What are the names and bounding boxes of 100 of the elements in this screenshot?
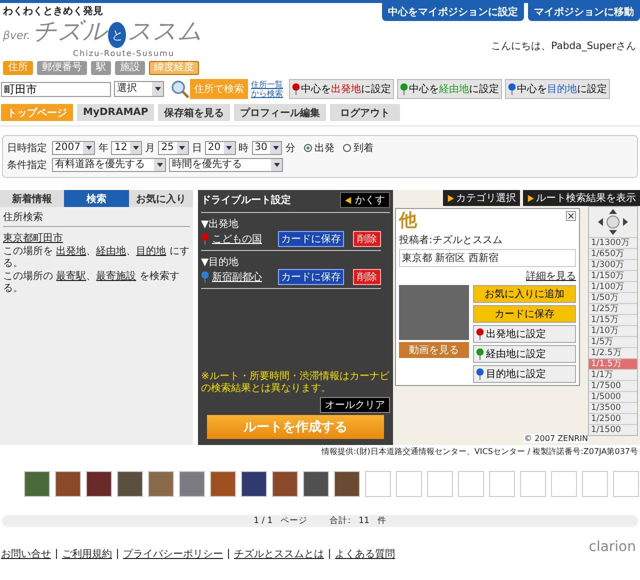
date-dropdown[interactable]: 20 xyxy=(204,141,236,155)
footer-link[interactable]: ご利用規約 xyxy=(62,547,112,561)
greeting-text: こんにちは、Pabda_Superさん xyxy=(491,40,636,53)
date-dropdown[interactable]: 25 xyxy=(158,141,189,155)
unit-label: 分 xyxy=(285,142,296,155)
panel-tab[interactable]: 検索 xyxy=(64,190,129,207)
zoom-level[interactable]: 1/1300万 xyxy=(589,237,637,248)
footer-link[interactable]: よくある質問 xyxy=(335,547,395,561)
popup-title: 他 xyxy=(399,211,417,231)
date-dropdown[interactable]: 30 xyxy=(252,141,282,155)
popup-action-button[interactable]: 出発地に設定 xyxy=(473,325,576,343)
empty-thumbnail-slot[interactable] xyxy=(489,471,515,497)
photo-thumbnail[interactable] xyxy=(210,471,236,497)
empty-thumbnail-slot[interactable] xyxy=(427,471,453,497)
condition-dropdown[interactable]: 時間を優先する xyxy=(169,158,283,172)
condition-label: 条件指定 xyxy=(7,158,47,172)
nav-tab[interactable]: MyDRAMAP xyxy=(77,104,154,121)
set-center-button[interactable]: 中心を経由地に設定 xyxy=(397,79,502,99)
clear-all-button[interactable]: オールクリア xyxy=(320,397,390,413)
point-link[interactable]: こどもの国 xyxy=(212,232,262,246)
total-count: 11 xyxy=(358,516,370,526)
map-copyright: © 2007 ZENRIN xyxy=(524,434,588,443)
action-link[interactable]: 目的地 xyxy=(136,246,166,257)
empty-thumbnail-slot[interactable] xyxy=(365,471,391,497)
delete-button[interactable]: 削除 xyxy=(353,231,381,247)
brand-logo: clarion xyxy=(588,539,636,555)
zoom-level[interactable]: 1/1500 xyxy=(589,424,637,435)
nav-tab[interactable]: 保存箱を見る xyxy=(158,104,230,121)
popup-action-button[interactable]: カードに保存 xyxy=(473,305,576,323)
nav-tab[interactable]: プロフィール編集 xyxy=(234,104,326,121)
close-icon[interactable] xyxy=(566,211,576,221)
popup-action-button[interactable]: お気に入りに追加 xyxy=(473,285,576,303)
zoom-level[interactable]: 1/650万 xyxy=(589,248,637,259)
set-center-button[interactable]: 中心を出発地に設定 xyxy=(289,79,394,99)
footer-link[interactable]: お問い合せ xyxy=(1,547,51,561)
footer-link[interactable]: プライバシーポリシー xyxy=(123,547,223,561)
empty-thumbnail-slot[interactable] xyxy=(458,471,484,497)
popup-action-button[interactable]: 経由地に設定 xyxy=(473,345,576,363)
zoom-level[interactable]: 1/5万 xyxy=(589,336,637,347)
mode-radio[interactable]: 出発 xyxy=(304,141,334,155)
photo-thumbnail[interactable] xyxy=(86,471,112,497)
zoom-level[interactable]: 1/5000 xyxy=(589,391,637,402)
action-link[interactable]: 最寄駅 xyxy=(56,271,86,282)
zoom-level[interactable]: 1/1万 xyxy=(589,369,637,380)
zoom-level[interactable]: 1/7500 xyxy=(589,380,637,391)
hide-button[interactable]: かくす xyxy=(340,192,390,208)
empty-thumbnail-slot[interactable] xyxy=(396,471,422,497)
save-card-button[interactable]: カードに保存 xyxy=(278,269,344,285)
action-link[interactable]: 出発地 xyxy=(56,246,86,257)
zoom-level[interactable]: 1/300万 xyxy=(589,259,637,270)
panel-tab[interactable]: 新着情報 xyxy=(0,190,64,207)
address-input[interactable]: 町田市 xyxy=(1,82,111,96)
place-link[interactable]: 東京都町田市 xyxy=(3,231,63,245)
photo-thumbnail[interactable] xyxy=(117,471,143,497)
empty-thumbnail-slot[interactable] xyxy=(520,471,546,497)
popup-action-button[interactable]: 目的地に設定 xyxy=(473,365,576,383)
save-card-button[interactable]: カードに保存 xyxy=(278,231,344,247)
photo-thumbnail[interactable] xyxy=(179,471,205,497)
my-position-button[interactable]: 中心をマイポジションに設定 xyxy=(382,3,524,21)
photo-thumbnail[interactable] xyxy=(24,471,50,497)
point-link[interactable]: 新宿副都心 xyxy=(212,270,262,284)
map-toolbar-button[interactable]: カテゴリ選択 xyxy=(443,190,520,206)
zoom-level[interactable]: 1/2500 xyxy=(589,413,637,424)
zoom-level[interactable]: 1/15万 xyxy=(589,314,637,325)
photo-thumbnail[interactable] xyxy=(55,471,81,497)
zoom-level[interactable]: 1/100万 xyxy=(589,281,637,292)
action-link[interactable]: 経由地 xyxy=(96,246,126,257)
empty-thumbnail-slot[interactable] xyxy=(582,471,608,497)
details-link[interactable]: 詳細を見る xyxy=(526,269,576,283)
nav-tab[interactable]: ログアウト xyxy=(330,104,400,121)
map-toolbar-button[interactable]: ルート検索結果を表示 xyxy=(523,190,640,206)
empty-thumbnail-slot[interactable] xyxy=(551,471,577,497)
footer-link[interactable]: チズルとススムとは xyxy=(234,547,324,561)
zoom-level[interactable]: 1/25万 xyxy=(589,303,637,314)
photo-thumbnail[interactable] xyxy=(272,471,298,497)
mode-radio[interactable]: 到着 xyxy=(343,141,374,155)
my-position-button[interactable]: マイポジションに移動 xyxy=(528,3,640,21)
address-list-link[interactable]: 住所一覧 から検索 xyxy=(251,80,283,98)
empty-thumbnail-slot[interactable] xyxy=(613,471,639,497)
photo-thumbnail[interactable] xyxy=(303,471,329,497)
zoom-level[interactable]: 1/50万 xyxy=(589,292,637,303)
site-logo[interactable]: βver.チズル と ススム xyxy=(3,18,202,49)
point-heading: ▼目的地 xyxy=(201,256,239,269)
zoom-level[interactable]: 1/10万 xyxy=(589,325,637,336)
zoom-level[interactable]: 1/150万 xyxy=(589,270,637,281)
photo-placeholder xyxy=(399,285,469,340)
zoom-level[interactable]: 1/3500 xyxy=(589,402,637,413)
triangle-left-icon xyxy=(345,196,352,204)
panel-tab[interactable]: お気に入り xyxy=(128,190,193,207)
set-center-button[interactable]: 中心を 目的地に設定 xyxy=(505,79,610,99)
photo-thumbnail[interactable] xyxy=(334,471,360,497)
date-dropdown[interactable]: 2007 xyxy=(52,141,96,155)
page-number: 1 / 1 xyxy=(254,516,273,526)
delete-button[interactable]: 削除 xyxy=(353,269,381,285)
photo-thumbnail[interactable] xyxy=(148,471,174,497)
condition-dropdown[interactable]: 有料道路を優先する xyxy=(52,158,166,172)
action-link[interactable]: 最寄施設 xyxy=(96,271,136,282)
date-dropdown[interactable]: 12 xyxy=(111,141,142,155)
photo-thumbnail[interactable] xyxy=(241,471,267,497)
select-dropdown[interactable]: 選択 xyxy=(114,81,164,97)
